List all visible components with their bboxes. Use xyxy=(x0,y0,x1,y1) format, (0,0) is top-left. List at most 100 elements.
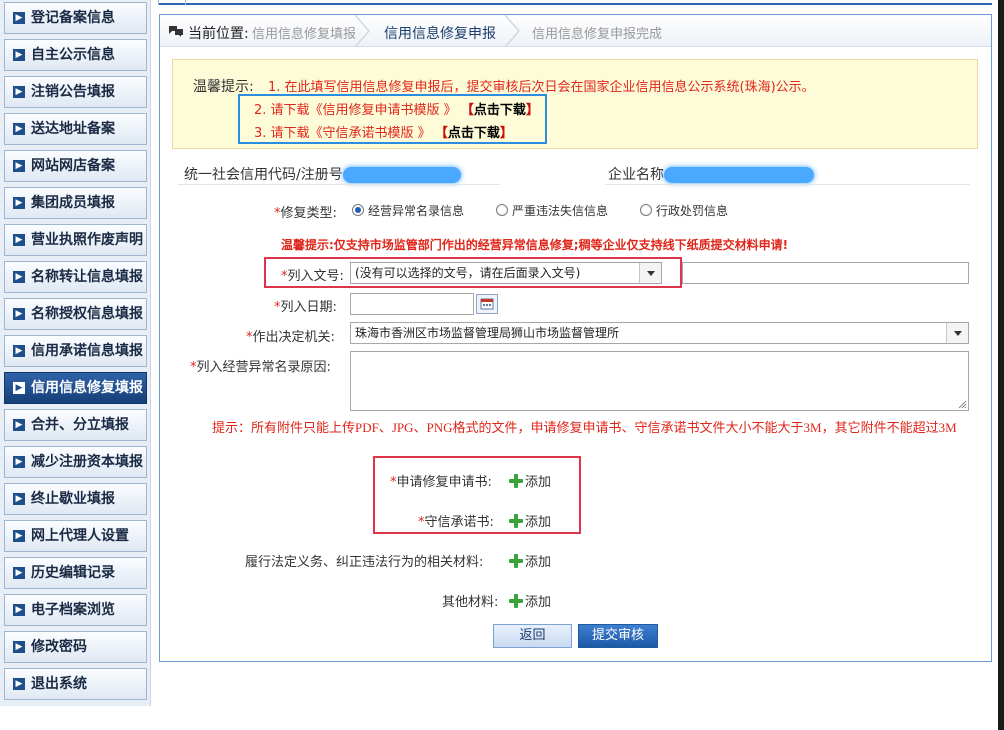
sidebar-item-label: 修改密码 xyxy=(31,639,87,655)
notice-line-2-text: 2. 请下载《信用修复申请书模版 》 xyxy=(254,103,457,118)
sidebar-item-label: 信用信息修复填报 xyxy=(31,380,143,396)
sidebar-item-label: 集团成员填报 xyxy=(31,195,115,211)
calendar-icon[interactable] xyxy=(476,294,498,314)
doc-no-select[interactable]: (没有可以选择的文号，请在后面录入文号) xyxy=(350,262,662,284)
authority-select[interactable]: 珠海市香洲区市场监督管理局狮山市场监督管理所 xyxy=(350,322,969,344)
radio-abnormal-list[interactable]: 经营异常名录信息 xyxy=(352,202,464,219)
attachment-row-application: *申请修复申请书: xyxy=(390,475,492,490)
sidebar-item-suspension[interactable]: ▶ 终止歇业填报 xyxy=(4,483,147,515)
add-commitment-button[interactable]: 添加 xyxy=(509,511,551,530)
sidebar-item-label: 电子档案浏览 xyxy=(31,602,115,618)
notice-line-1: 1. 在此填写信用信息修复申报后，提交审核后次日会在国家企业信用信息公示系统(珠… xyxy=(268,80,815,95)
sidebar-item-merger-split[interactable]: ▶ 合并、分立填报 xyxy=(4,409,147,441)
arrow-right-icon: ▶ xyxy=(13,678,25,690)
repair-type-label-text: 修复类型: xyxy=(280,206,337,221)
date-input[interactable] xyxy=(350,293,474,315)
sidebar-item-cancellation-notice[interactable]: ▶ 注销公告填报 xyxy=(4,76,147,108)
radio-label: 经营异常名录信息 xyxy=(368,204,465,218)
sidebar-item-change-password[interactable]: ▶ 修改密码 xyxy=(4,631,147,663)
chevron-down-icon xyxy=(946,323,968,343)
sidebar-item-website[interactable]: ▶ 网站网店备案 xyxy=(4,150,147,182)
sidebar-item-label: 合并、分立填报 xyxy=(31,417,129,433)
sidebar-item-self-disclosure[interactable]: ▶ 自主公示信息 xyxy=(4,39,147,71)
arrow-right-icon: ▶ xyxy=(13,86,25,98)
sidebar-item-label: 退出系统 xyxy=(31,676,87,692)
back-button[interactable]: 返回 xyxy=(493,624,572,648)
sidebar-item-name-transfer[interactable]: ▶ 名称转让信息填报 xyxy=(4,261,147,293)
redacted-code xyxy=(342,167,461,183)
doc-no-label: *列入文号: xyxy=(281,269,344,284)
submit-button[interactable]: 提交审核 xyxy=(578,624,658,648)
arrow-right-icon: ▶ xyxy=(13,345,25,357)
arrow-right-icon: ▶ xyxy=(13,604,25,616)
notice-line-3-text: 3. 请下载《守信承诺书模版 》 xyxy=(254,126,431,141)
add-correction-button[interactable]: 添加 xyxy=(509,551,551,570)
sidebar-item-capital-reduction[interactable]: ▶ 减少注册资本填报 xyxy=(4,446,147,478)
download-link-repair-application[interactable]: 【点击下载】 xyxy=(461,103,539,118)
plus-icon xyxy=(509,554,523,568)
sidebar-item-label: 减少注册资本填报 xyxy=(31,454,143,470)
arrow-right-icon: ▶ xyxy=(13,308,25,320)
radio-admin-penalty[interactable]: 行政处罚信息 xyxy=(640,202,728,219)
company-name-label: 企业名称 xyxy=(608,164,814,184)
radio-serious-violation[interactable]: 严重违法失信信息 xyxy=(496,202,608,219)
notice-box: 温馨提示: 1. 在此填写信用信息修复申报后，提交审核后次日会在国家企业信用信息… xyxy=(172,59,978,149)
breadcrumb-step-fill[interactable]: 信用信息修复填报 xyxy=(252,23,356,42)
sidebar-item-logout[interactable]: ▶ 退出系统 xyxy=(4,668,147,700)
sidebar: ▶ 登记备案信息 ▶ 自主公示信息 ▶ 注销公告填报 ▶ 送达地址备案 ▶ 网站网店备案 … xyxy=(0,0,151,706)
attachment-label: 守信承诺书: xyxy=(424,515,494,530)
window-edge xyxy=(998,0,1004,730)
add-other-button[interactable]: 添加 xyxy=(509,591,551,610)
resize-grip-icon[interactable] xyxy=(958,400,967,409)
sidebar-item-online-agent[interactable]: ▶ 网上代理人设置 xyxy=(4,520,147,552)
arrow-right-icon: ▶ xyxy=(13,419,25,431)
sidebar-item-credit-repair[interactable]: ▶ 信用信息修复填报 xyxy=(4,372,147,404)
sidebar-item-e-archive[interactable]: ▶ 电子档案浏览 xyxy=(4,594,147,626)
top-divider xyxy=(158,0,992,5)
attachment-label: 其他材料: xyxy=(442,595,499,610)
reason-textarea[interactable] xyxy=(350,351,969,411)
chat-bubbles-icon xyxy=(169,26,183,37)
breadcrumb-chevron-icon xyxy=(504,15,520,47)
authority-selected-value: 珠海市香洲区市场监督管理局狮山市场监督管理所 xyxy=(355,326,620,340)
notice-title: 温馨提示: xyxy=(193,79,254,95)
sidebar-item-label: 终止歇业填报 xyxy=(31,491,115,507)
sidebar-item-label: 网上代理人设置 xyxy=(31,528,129,544)
breadcrumb-chevron-icon xyxy=(354,15,370,47)
sidebar-item-label: 登记备案信息 xyxy=(31,10,115,26)
divider xyxy=(605,184,970,185)
sidebar-item-license-void[interactable]: ▶ 营业执照作废声明 xyxy=(4,224,147,256)
sidebar-item-delivery-address[interactable]: ▶ 送达地址备案 xyxy=(4,113,147,145)
arrow-right-icon: ▶ xyxy=(13,382,25,394)
divider xyxy=(178,184,500,185)
add-application-button[interactable]: 添加 xyxy=(509,471,551,490)
add-label: 添加 xyxy=(525,475,552,490)
arrow-right-icon: ▶ xyxy=(13,234,25,246)
arrow-right-icon: ▶ xyxy=(13,271,25,283)
sidebar-item-label: 名称授权信息填报 xyxy=(31,306,143,322)
plus-icon xyxy=(509,474,523,488)
arrow-right-icon: ▶ xyxy=(13,12,25,24)
arrow-right-icon: ▶ xyxy=(13,530,25,542)
download-link-commitment-letter[interactable]: 【点击下载】 xyxy=(435,126,513,141)
sidebar-item-history[interactable]: ▶ 历史编辑记录 xyxy=(4,557,147,589)
add-label: 添加 xyxy=(525,515,552,530)
sidebar-item-credit-commitment[interactable]: ▶ 信用承诺信息填报 xyxy=(4,335,147,367)
attachment-label: 申请修复申请书: xyxy=(396,475,492,490)
sidebar-item-group-members[interactable]: ▶ 集团成员填报 xyxy=(4,187,147,219)
arrow-right-icon: ▶ xyxy=(13,49,25,61)
sidebar-item-registration[interactable]: ▶ 登记备案信息 xyxy=(4,2,147,34)
arrow-right-icon: ▶ xyxy=(13,567,25,579)
repair-type-label: *修复类型: xyxy=(274,206,337,221)
doc-no-input[interactable] xyxy=(682,262,969,284)
breadcrumb-step-complete: 信用信息修复申报完成 xyxy=(532,27,663,42)
breadcrumb-label: 当前位置: xyxy=(188,26,249,42)
sidebar-item-label: 送达地址备案 xyxy=(31,121,115,137)
breadcrumb-step-apply: 信用信息修复申报 xyxy=(384,26,496,42)
authority-label: *作出决定机关: xyxy=(246,330,335,345)
sidebar-item-name-authorization[interactable]: ▶ 名称授权信息填报 xyxy=(4,298,147,330)
doc-no-label-text: 列入文号: xyxy=(287,269,344,284)
attachment-hint: 提示：所有附件只能上传PDF、JPG、PNG格式的文件，申请修复申请书、守信承诺… xyxy=(212,420,957,435)
radio-label: 严重违法失信信息 xyxy=(512,204,609,218)
add-label: 添加 xyxy=(525,555,552,570)
